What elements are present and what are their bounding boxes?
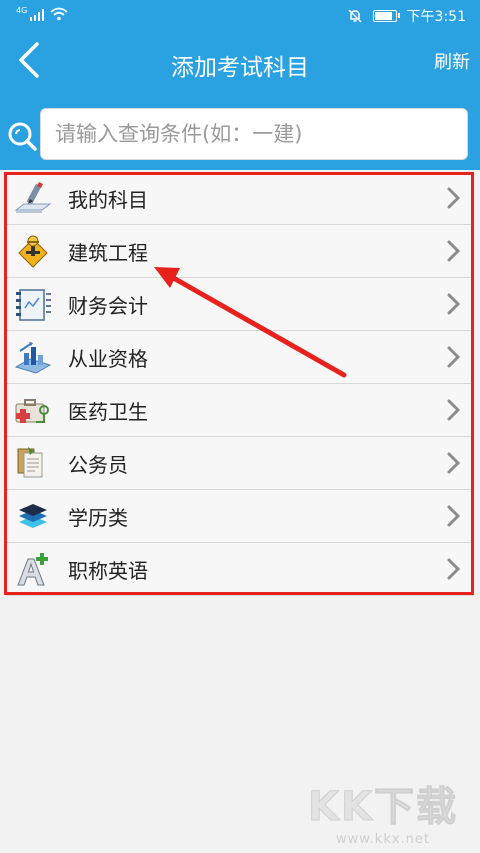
refresh-button[interactable]: 刷新 <box>434 48 470 74</box>
search-icon[interactable] <box>6 120 38 152</box>
mute-bell-icon <box>348 9 362 23</box>
list-item-english[interactable]: 职称英语 <box>6 543 474 596</box>
list-item-label: 我的科目 <box>68 188 148 212</box>
bar-chart-icon <box>14 342 52 374</box>
list-item-label: 公务员 <box>68 453 128 477</box>
status-right: 下午3:51 <box>347 6 466 26</box>
status-bar: 4G 下午3:51 <box>0 0 480 30</box>
network-type: 4G <box>16 6 28 15</box>
watermark-url: www.kkx.net <box>335 832 431 847</box>
list-item-label: 从业资格 <box>68 347 148 371</box>
chevron-right-icon <box>447 399 461 421</box>
list-item-label: 职称英语 <box>68 559 148 583</box>
list-item-construction[interactable]: 建筑工程 <box>6 225 474 278</box>
search-input[interactable] <box>40 108 468 160</box>
list-item-finance[interactable]: 财务会计 <box>6 278 474 331</box>
list-item-education[interactable]: 学历类 <box>6 490 474 543</box>
watermark-logo: KK下载 <box>308 784 458 831</box>
list-item-civil-servant[interactable]: 公务员 <box>6 437 474 490</box>
chevron-right-icon <box>447 452 461 474</box>
chevron-right-icon <box>447 293 461 315</box>
medical-kit-icon <box>15 399 49 423</box>
wifi-icon <box>50 7 68 21</box>
app-header: 4G 下午3:51 添加考试科目 刷新 <box>0 0 480 170</box>
chevron-right-icon <box>447 505 461 527</box>
letter-a-icon <box>17 553 48 586</box>
documents-icon <box>17 447 43 478</box>
graduation-cap-icon <box>19 504 47 528</box>
pencil-icon <box>14 182 52 213</box>
battery-icon <box>372 10 400 22</box>
chevron-right-icon <box>447 240 461 262</box>
ledger-icon <box>16 289 51 321</box>
list-item-label: 建筑工程 <box>68 241 148 265</box>
list-item-my-subjects[interactable]: 我的科目 <box>6 172 474 225</box>
list-item-qualification[interactable]: 从业资格 <box>6 331 474 384</box>
status-left: 4G <box>16 7 68 21</box>
signal-icon <box>30 9 45 21</box>
chevron-right-icon <box>447 187 461 209</box>
chevron-right-icon <box>447 558 461 580</box>
list-item-label: 财务会计 <box>68 294 148 318</box>
list-item-label: 学历类 <box>68 506 128 530</box>
category-list: 我的科目 建筑工程 财务会计 从业资格 医药卫生 公务员 学历类 职称英语 <box>6 172 474 596</box>
construction-icon <box>18 235 48 268</box>
chevron-right-icon <box>447 346 461 368</box>
status-time: 下午3:51 <box>406 9 466 25</box>
search-bar <box>0 108 480 162</box>
navigation-bar: 添加考试科目 刷新 <box>0 30 480 100</box>
watermark: KK下载 www.kkx.net <box>308 774 458 848</box>
list-item-label: 医药卫生 <box>68 400 148 424</box>
list-item-medical[interactable]: 医药卫生 <box>6 384 474 437</box>
page-title: 添加考试科目 <box>171 55 309 81</box>
